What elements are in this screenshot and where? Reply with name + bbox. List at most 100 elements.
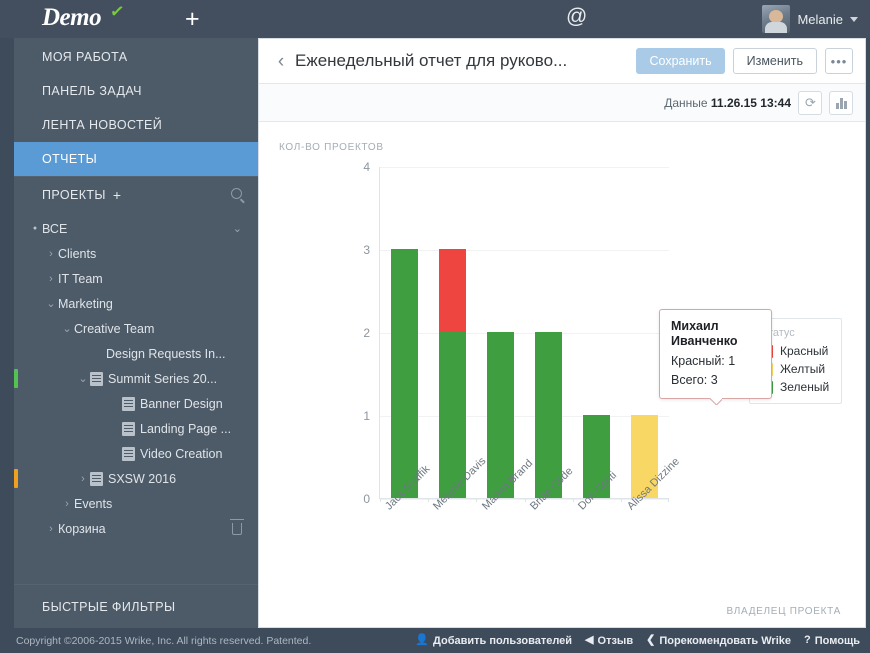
tooltip-name-line2: Иванченко <box>671 334 738 348</box>
y-axis-tick: 3 <box>363 243 370 257</box>
chevron-right-icon[interactable]: › <box>44 273 58 285</box>
y-axis-tick: 1 <box>363 409 370 423</box>
refresh-button[interactable]: ⟳ <box>798 90 822 115</box>
projects-label: ПРОЕКТЫ <box>42 187 106 202</box>
tree-item[interactable]: Video Creation <box>14 441 258 466</box>
tree-item[interactable]: ⌄ Summit Series 20... <box>14 366 258 391</box>
user-menu[interactable]: Melanie <box>762 5 858 33</box>
chevron-down-icon <box>850 16 858 22</box>
chevron-down-icon[interactable]: ⌄ <box>60 322 74 335</box>
search-icon[interactable] <box>231 188 242 199</box>
add-project-button[interactable]: + <box>113 187 122 203</box>
sidebar: МОЯ РАБОТА ПАНЕЛЬ ЗАДАЧ ЛЕНТА НОВОСТЕЙ ОТЧЕ… <box>14 38 258 628</box>
report-panel: ‹ Еженедельный отчет для руково... Сохра… <box>258 38 866 628</box>
data-timestamp: Данные 11.26.15 13:44 <box>664 96 791 110</box>
footer-link[interactable]: 👤 Добавить пользователей <box>415 635 572 647</box>
bar-segment[interactable] <box>390 249 418 498</box>
save-button[interactable]: Сохранить <box>636 48 725 74</box>
folder-doc-icon <box>122 396 135 411</box>
sidebar-item-label: МОЯ РАБОТА <box>42 50 128 64</box>
chevron-down-icon[interactable]: ⌄ <box>44 297 58 310</box>
tree-item[interactable]: ⌄ Creative Team <box>14 316 258 341</box>
bar-column[interactable] <box>380 167 428 502</box>
tree-item-color-marker <box>14 469 18 488</box>
sidebar-item-1[interactable]: ПАНЕЛЬ ЗАДАЧ <box>14 74 258 108</box>
x-axis-tick-mark <box>524 498 526 502</box>
chevron-down-icon[interactable]: ⌄ <box>76 372 90 385</box>
tree-item-label: Marketing <box>58 296 113 311</box>
help-icon: ? <box>804 634 811 646</box>
sidebar-projects-header[interactable]: ПРОЕКТЫ + <box>14 176 258 212</box>
footer-link[interactable]: ? Помощь <box>804 635 860 647</box>
bar-chart-icon <box>836 97 847 109</box>
bar-column[interactable] <box>572 167 621 502</box>
chevron-right-icon[interactable]: › <box>44 523 58 535</box>
bar-series <box>380 167 670 502</box>
chevron-right-icon[interactable]: › <box>44 248 58 260</box>
x-axis-tick-mark <box>668 498 670 502</box>
footer-link[interactable]: ❮ Порекомендовать Wrike <box>646 635 791 647</box>
x-axis-tick-labels: Jack Graffik Melanie Davis Marian Brand Bri… <box>379 455 682 584</box>
copyright-text: Copyright ©2006-2015 Wrike, Inc. All rig… <box>16 634 312 647</box>
tooltip-name-line1: Михаил <box>671 319 719 333</box>
tree-item-label: Корзина <box>58 521 106 536</box>
sidebar-item-3[interactable]: ОТЧЕТЫ <box>14 142 258 176</box>
footer-link[interactable]: ◀ Отзыв <box>585 635 633 647</box>
x-axis-tick-mark <box>428 498 430 502</box>
chevron-down-icon[interactable]: ⌄ <box>233 222 242 235</box>
sidebar-item-0[interactable]: МОЯ РАБОТА <box>14 40 258 74</box>
chart-tooltip: Михаил Иванченко Красный: 1 Всего: 3 <box>659 309 772 399</box>
chart-view-button[interactable] <box>829 90 853 115</box>
bar-column[interactable] <box>524 167 573 502</box>
tree-item[interactable]: › IT Team <box>14 266 258 291</box>
more-options-button[interactable]: ••• <box>825 48 853 74</box>
user-name: Melanie <box>797 11 843 27</box>
folder-doc-icon <box>90 371 103 386</box>
tree-item-label: Events <box>74 496 113 511</box>
footer-links: 👤 Добавить пользователей ◀ Отзыв ❮ Порекоменд… <box>415 635 860 647</box>
tooltip-arrow <box>709 398 722 405</box>
tree-item-label: Summit Series 20... <box>108 371 218 386</box>
app-logo[interactable]: Demo <box>42 4 102 32</box>
chevron-right-icon[interactable]: › <box>76 473 90 485</box>
add-user-icon: 👤 <box>415 634 429 646</box>
quick-filters-section[interactable]: БЫСТРЫЕ ФИЛЬТРЫ <box>14 584 258 628</box>
bar-segment[interactable] <box>438 249 466 332</box>
tree-item-label: Video Creation <box>140 446 223 461</box>
create-new-button[interactable]: + <box>185 7 200 32</box>
sidebar-item-label: ПАНЕЛЬ ЗАДАЧ <box>42 84 142 98</box>
y-axis-tick: 2 <box>363 326 370 340</box>
at-icon[interactable]: @ <box>566 6 587 27</box>
tree-item-label: SXSW 2016 <box>108 471 177 486</box>
trash-icon[interactable] <box>230 518 244 535</box>
bar-column[interactable] <box>476 167 524 502</box>
tree-item[interactable]: Banner Design <box>14 391 258 416</box>
tree-item[interactable]: Landing Page ... <box>14 416 258 441</box>
tree-item[interactable]: › Events <box>14 491 258 516</box>
tree-item[interactable]: ⌄ Marketing <box>14 291 258 316</box>
sidebar-item-2[interactable]: ЛЕНТА НОВОСТЕЙ <box>14 108 258 142</box>
sidebar-item-label: ОТЧЕТЫ <box>42 152 98 166</box>
project-tree: ● ВСЕ ⌄ › Clients › IT Team ⌄ Marketing ⌄ Creative… <box>14 212 258 584</box>
footer-link-label: Добавить пользователей <box>433 634 573 647</box>
tree-item[interactable]: ● ВСЕ ⌄ <box>14 216 258 241</box>
back-icon[interactable]: ‹ <box>271 52 291 71</box>
share-icon: ❮ <box>646 634 656 646</box>
tree-item[interactable]: Design Requests In... <box>14 341 258 366</box>
footer: Copyright ©2006-2015 Wrike, Inc. All rig… <box>0 628 870 653</box>
tree-item[interactable]: › SXSW 2016 <box>14 466 258 491</box>
y-axis-label: КОЛ-ВО ПРОЕКТОВ <box>279 142 384 153</box>
tree-item-label: Design Requests In... <box>106 346 226 361</box>
chevron-right-icon[interactable]: › <box>60 498 74 510</box>
tree-item-label: ВСЕ <box>42 221 68 236</box>
y-axis-tick: 0 <box>363 492 370 506</box>
edit-button[interactable]: Изменить <box>732 48 817 74</box>
page-title: Еженедельный отчет для руково... <box>295 51 568 70</box>
tree-item[interactable]: › Корзина <box>14 516 258 541</box>
folder-doc-icon <box>122 421 135 436</box>
bar-column[interactable] <box>428 167 476 502</box>
sidebar-item-label: ЛЕНТА НОВОСТЕЙ <box>42 118 163 132</box>
folder-doc-icon <box>122 446 135 461</box>
logo-check-icon: ✓ <box>108 1 126 22</box>
tree-item[interactable]: › Clients <box>14 241 258 266</box>
